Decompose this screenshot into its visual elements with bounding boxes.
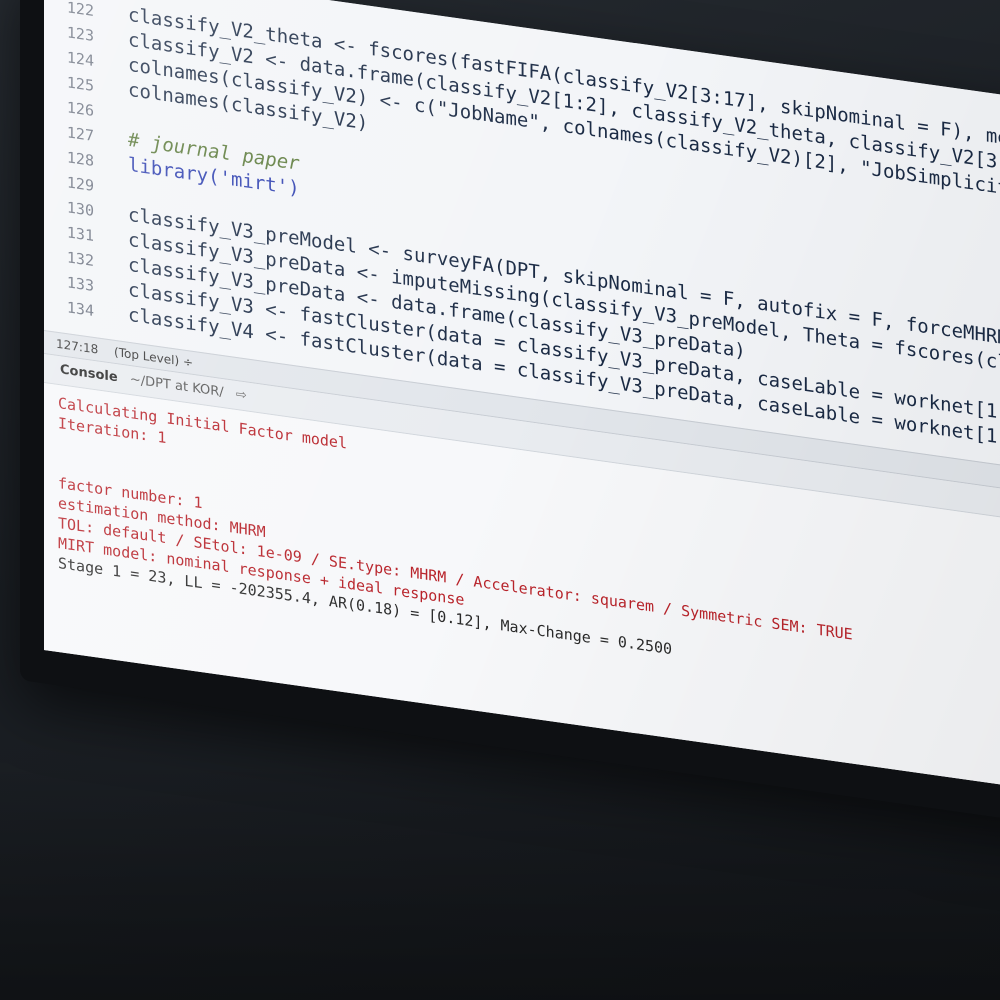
working-directory: ~/DPT at KOR/ [129, 372, 224, 401]
line-number: 134 [66, 298, 94, 321]
console-tab[interactable]: Console [60, 362, 118, 385]
photo-scene: 121 122classify_V2_theta <- fscores(fast… [0, 0, 1000, 1000]
cursor-position: 127:18 [56, 336, 99, 357]
go-to-directory-icon[interactable]: ⇨ [236, 387, 247, 404]
